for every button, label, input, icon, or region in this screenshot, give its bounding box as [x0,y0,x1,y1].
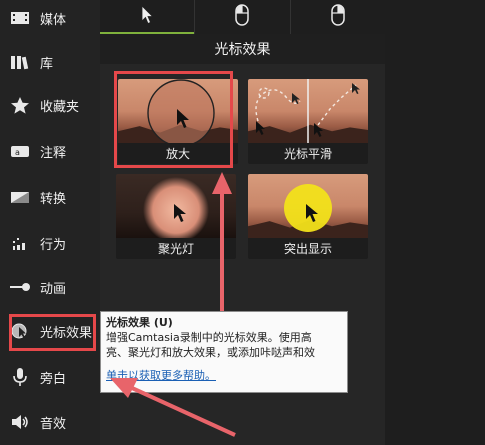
annotation-arrows [110,172,236,437]
